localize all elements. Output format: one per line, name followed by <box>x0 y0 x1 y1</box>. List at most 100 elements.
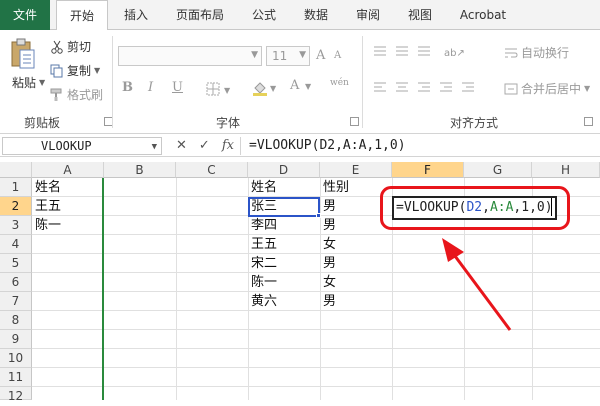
font-name-select[interactable]: ▼ <box>118 46 262 66</box>
font-size-select[interactable]: 11 ▼ <box>266 46 310 66</box>
gridline <box>32 291 600 292</box>
cell-d7[interactable]: 黄六 <box>248 292 277 311</box>
column-header-h[interactable]: H <box>532 162 600 178</box>
cell-e6[interactable]: 女 <box>320 273 336 292</box>
fill-handle[interactable] <box>316 213 321 218</box>
row-header-3[interactable]: 3 <box>0 216 32 235</box>
copy-button[interactable]: 复制 ▼ <box>50 62 100 79</box>
cell-a3[interactable]: 陈一 <box>32 216 61 235</box>
ribbon-tabs: 文件 开始 插入 页面布局 公式 数据 审阅 视图 Acrobat <box>0 0 600 31</box>
row-header-1[interactable]: 1 <box>0 178 32 197</box>
gridline <box>32 367 600 368</box>
font-size-value: 11 <box>272 49 288 63</box>
underline-button[interactable]: U <box>172 80 183 95</box>
cell-e7[interactable]: 男 <box>320 292 336 311</box>
cell-a1[interactable]: 姓名 <box>32 178 61 197</box>
chevron-down-icon: ▼ <box>94 66 101 75</box>
cell-d1[interactable]: 姓名 <box>248 178 277 197</box>
row-header-4[interactable]: 4 <box>0 235 32 254</box>
tab-view[interactable]: 视图 <box>396 0 444 30</box>
tab-file[interactable]: 文件 <box>0 0 50 30</box>
cell-e5[interactable]: 男 <box>320 254 336 273</box>
insert-function-icon[interactable]: fx <box>222 138 234 153</box>
format-painter-button[interactable]: 格式刷 <box>50 86 103 103</box>
select-all-corner[interactable] <box>0 162 32 178</box>
cell-d4[interactable]: 王五 <box>248 235 277 254</box>
formula-bar-buttons: ✕ ✓ fx <box>176 138 234 153</box>
paste-icon[interactable] <box>10 38 36 70</box>
horizontal-align-icons[interactable] <box>372 80 492 96</box>
cell-e3[interactable]: 男 <box>320 216 336 235</box>
svg-text:ab↗: ab↗ <box>444 48 465 59</box>
tab-insert[interactable]: 插入 <box>112 0 160 30</box>
row-header-9[interactable]: 9 <box>0 330 32 349</box>
clipboard-group-label: 剪贴板 <box>24 116 61 130</box>
row-header-2[interactable]: 2 <box>0 197 32 216</box>
cut-button[interactable]: 剪切 <box>50 38 91 55</box>
row-header-10[interactable]: 10 <box>0 349 32 368</box>
wrap-text-label: 自动换行 <box>521 46 570 60</box>
cell-e2[interactable]: 男 <box>320 197 336 216</box>
tab-home[interactable]: 开始 <box>56 0 108 31</box>
font-color-icon[interactable]: A <box>290 78 299 93</box>
name-box[interactable]: VLOOKUP ▼ <box>2 137 162 155</box>
group-divider <box>362 36 363 128</box>
chevron-down-icon: ▼ <box>305 82 312 91</box>
gridline <box>32 386 600 387</box>
cancel-icon[interactable]: ✕ <box>176 138 187 153</box>
wrap-text-button[interactable]: 自动换行 <box>504 44 569 61</box>
formula-input[interactable]: =VLOOKUP(D2,A:A,1,0) <box>240 137 598 155</box>
paintbrush-icon <box>50 88 62 101</box>
tab-data[interactable]: 数据 <box>292 0 340 30</box>
alignment-launcher-icon[interactable] <box>584 117 593 126</box>
column-header-g[interactable]: G <box>464 162 532 178</box>
cell-d3[interactable]: 李四 <box>248 216 277 235</box>
bold-button[interactable]: B <box>122 80 133 95</box>
tab-page-layout[interactable]: 页面布局 <box>164 0 236 30</box>
alignment-group-label: 对齐方式 <box>450 116 499 130</box>
merge-center-button[interactable]: 合并后居中 ▼ <box>504 80 590 97</box>
cell-a2[interactable]: 王五 <box>32 197 61 216</box>
column-header-d[interactable]: D <box>248 162 320 178</box>
row-header-8[interactable]: 8 <box>0 311 32 330</box>
gridline <box>32 348 600 349</box>
cell-e4[interactable]: 女 <box>320 235 336 254</box>
row-header-5[interactable]: 5 <box>0 254 32 273</box>
column-header-b[interactable]: B <box>104 162 176 178</box>
row-header-6[interactable]: 6 <box>0 273 32 292</box>
fill-color-icon[interactable]: ▼ <box>252 80 282 96</box>
paste-button[interactable]: 粘贴 ▼ <box>12 74 45 91</box>
cell-e1[interactable]: 性别 <box>320 178 349 197</box>
format-painter-label: 格式刷 <box>67 88 104 102</box>
merge-cells-icon <box>504 83 518 94</box>
cell-d6[interactable]: 陈一 <box>248 273 277 292</box>
column-header-f[interactable]: F <box>392 162 464 178</box>
shrink-font-icon[interactable]: A <box>334 50 341 61</box>
svg-text:▼: ▼ <box>270 84 277 93</box>
column-a-reference-border <box>102 178 104 400</box>
svg-text:▼: ▼ <box>224 86 231 95</box>
copy-icon <box>50 64 63 77</box>
italic-button[interactable]: I <box>148 80 153 95</box>
merge-center-label: 合并后居中 <box>521 82 582 96</box>
d2-reference-border <box>248 197 320 217</box>
border-icon[interactable]: ▼ <box>206 82 236 96</box>
tab-formulas[interactable]: 公式 <box>240 0 288 30</box>
enter-icon[interactable]: ✓ <box>199 138 210 153</box>
row-header-7[interactable]: 7 <box>0 292 32 311</box>
chevron-down-icon: ▼ <box>299 50 306 60</box>
phonetic-icon[interactable]: wén <box>330 78 349 88</box>
vertical-align-icons[interactable]: ab↗ <box>372 44 492 60</box>
gridline <box>32 253 600 254</box>
row-header-11[interactable]: 11 <box>0 368 32 387</box>
cell-d5[interactable]: 宋二 <box>248 254 277 273</box>
tab-review[interactable]: 审阅 <box>344 0 392 30</box>
column-header-e[interactable]: E <box>320 162 392 178</box>
row-header-12[interactable]: 12 <box>0 387 32 403</box>
chevron-down-icon: ▼ <box>151 142 157 152</box>
tab-acrobat[interactable]: Acrobat <box>450 0 516 30</box>
column-header-a[interactable]: A <box>32 162 104 178</box>
grow-font-icon[interactable]: A <box>316 48 325 63</box>
column-header-c[interactable]: C <box>176 162 248 178</box>
font-launcher-icon[interactable] <box>350 117 359 126</box>
